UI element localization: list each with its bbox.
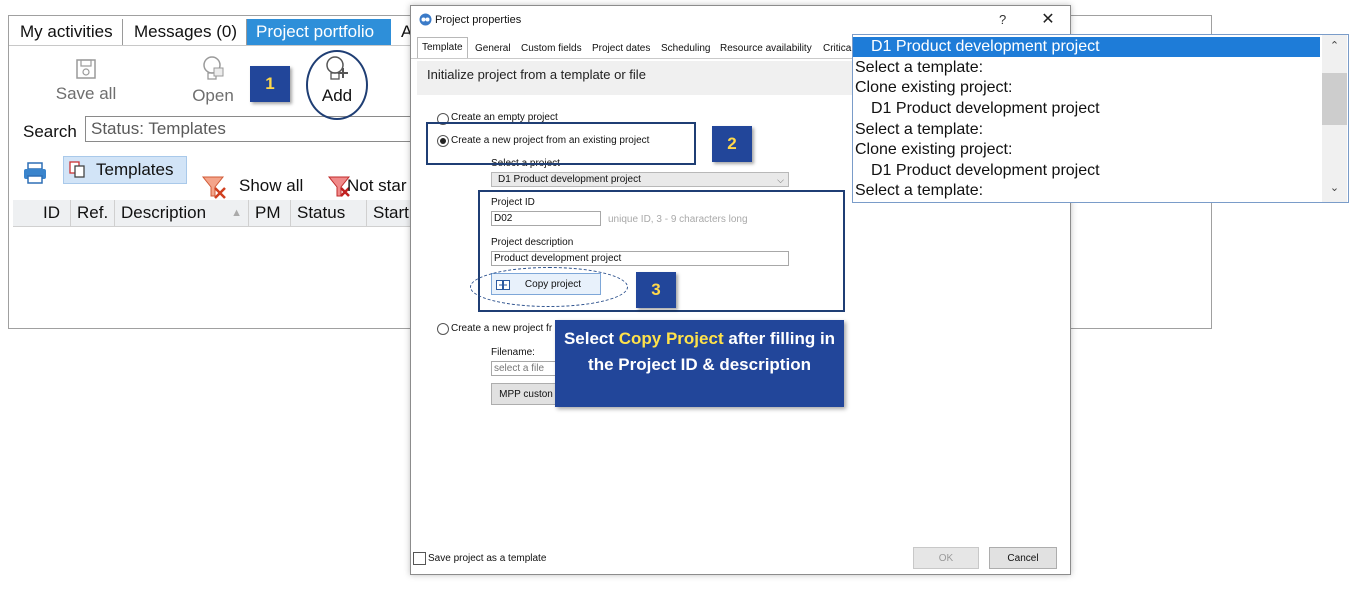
dropdown-item[interactable]: Select a template: bbox=[853, 58, 1322, 78]
project-select-dropdown-list: D1 Product development project Select a … bbox=[852, 34, 1349, 203]
dropdown-item[interactable]: Select a template: bbox=[853, 181, 1322, 201]
scroll-down-icon[interactable]: ⌄ bbox=[1322, 181, 1347, 194]
save-all-label: Save all bbox=[55, 84, 117, 103]
tab-template[interactable]: Template bbox=[417, 37, 468, 59]
sort-asc-icon: ▲ bbox=[231, 207, 242, 219]
callout-text-pre: Select bbox=[563, 329, 619, 348]
step-2-highlight-frame bbox=[426, 122, 696, 165]
dropdown-item[interactable]: D1 Product development project bbox=[853, 99, 1320, 119]
open-label: Open bbox=[192, 86, 234, 105]
not-started-filter[interactable]: Not star bbox=[347, 172, 407, 200]
dropdown-item[interactable]: Clone existing project: bbox=[853, 78, 1322, 98]
open-button[interactable]: Open bbox=[185, 54, 241, 106]
print-icon[interactable] bbox=[23, 162, 47, 184]
step-1-badge: 1 bbox=[250, 66, 290, 102]
section-title: Initialize project from a template or fi… bbox=[427, 67, 646, 82]
add-button-highlight-circle bbox=[306, 50, 368, 120]
dropdown-item[interactable]: Select a template: bbox=[853, 120, 1322, 140]
save-icon bbox=[76, 59, 96, 79]
tab-my-activities[interactable]: My activities bbox=[11, 19, 123, 45]
templates-filter-button[interactable]: Templates bbox=[63, 156, 187, 184]
tab-scheduling[interactable]: Scheduling bbox=[657, 39, 714, 58]
option-file-project-label: Create a new project fr bbox=[451, 323, 553, 334]
column-status[interactable]: Status bbox=[291, 200, 367, 226]
open-lightbulb-icon bbox=[203, 56, 224, 80]
tab-resource-availability[interactable]: Resource availability bbox=[716, 39, 816, 58]
search-label: Search bbox=[23, 122, 77, 141]
scroll-up-icon[interactable]: ⌃ bbox=[1322, 39, 1347, 52]
close-button[interactable]: ✕ bbox=[1037, 9, 1059, 29]
dropdown-item[interactable]: D1 Product development project bbox=[853, 37, 1320, 57]
tab-project-portfolio[interactable]: Project portfolio bbox=[247, 19, 391, 45]
tab-project-dates[interactable]: Project dates bbox=[588, 39, 654, 58]
column-id[interactable]: ID bbox=[37, 200, 71, 226]
cancel-button[interactable]: Cancel bbox=[989, 547, 1057, 569]
step-3-badge: 3 bbox=[636, 272, 676, 308]
templates-label: Templates bbox=[96, 160, 174, 179]
dialog-title: Project properties bbox=[435, 14, 522, 26]
copy-project-highlight-ellipse bbox=[470, 267, 628, 307]
select-project-value: D1 Product development project bbox=[498, 174, 641, 185]
step-2-badge: 2 bbox=[712, 126, 752, 162]
dropdown-scrollbar-thumb[interactable] bbox=[1322, 73, 1347, 125]
save-all-button[interactable]: Save all bbox=[49, 58, 123, 104]
templates-icon bbox=[69, 161, 85, 178]
tab-critical[interactable]: Critica bbox=[819, 39, 855, 58]
save-as-template-label: Save project as a template bbox=[428, 553, 547, 564]
ok-button[interactable]: OK bbox=[913, 547, 979, 569]
column-ref[interactable]: Ref. bbox=[71, 200, 115, 226]
app-logo-icon bbox=[419, 13, 432, 26]
tab-custom-fields[interactable]: Custom fields bbox=[517, 39, 586, 58]
callout-highlight: Copy Project bbox=[618, 329, 724, 348]
show-all-filter[interactable]: Show all bbox=[239, 172, 303, 200]
column-description-label: Description bbox=[121, 203, 207, 222]
column-pm[interactable]: PM bbox=[249, 200, 291, 226]
dropdown-item[interactable]: D1 Product development project bbox=[853, 161, 1320, 181]
help-button[interactable]: ? bbox=[999, 12, 1006, 27]
clear-filter-icon[interactable] bbox=[201, 174, 227, 200]
dropdown-item[interactable]: Clone existing project: bbox=[853, 140, 1322, 160]
save-as-template-checkbox[interactable] bbox=[413, 552, 426, 565]
radio-file-project[interactable] bbox=[437, 323, 449, 335]
tab-general[interactable]: General bbox=[471, 39, 515, 58]
instruction-callout: Select Copy Project after filling in the… bbox=[555, 320, 844, 407]
mpp-custom-button[interactable]: MPP custon bbox=[491, 383, 561, 405]
chevron-down-icon: ⌵ bbox=[777, 175, 784, 185]
select-project-dropdown[interactable]: D1 Product development project ⌵ bbox=[491, 172, 789, 187]
table-header: ID Ref. Description ▲ PM Status Start bbox=[13, 200, 443, 227]
tab-messages[interactable]: Messages (0) bbox=[125, 19, 247, 45]
filename-label: Filename: bbox=[491, 347, 535, 358]
column-description[interactable]: Description ▲ bbox=[115, 200, 249, 226]
